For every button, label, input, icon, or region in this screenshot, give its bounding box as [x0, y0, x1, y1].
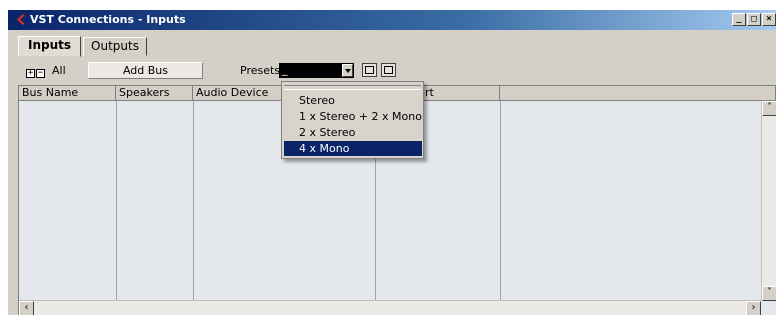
- tab-outputs[interactable]: Outputs: [83, 37, 147, 56]
- vertical-scrollbar[interactable]: ˄ ˅: [761, 101, 776, 301]
- scroll-left-icon[interactable]: ‹: [19, 301, 34, 315]
- window-title: VST Connections - Inputs: [30, 13, 186, 26]
- preset-option[interactable]: 2 x Stereo: [284, 125, 422, 140]
- toolbar: + − All Add Bus Presets _: [8, 60, 776, 82]
- menu-separator: [284, 85, 421, 90]
- maximize-button[interactable]: □: [747, 13, 761, 26]
- column-speakers[interactable]: Speakers: [116, 86, 193, 100]
- presets-dropdown-menu: Stereo 1 x Stereo + 2 x Mono 2 x Stereo …: [281, 81, 424, 159]
- expand-all-icon[interactable]: +: [26, 69, 35, 78]
- column-divider: [500, 101, 501, 301]
- close-button[interactable]: ×: [762, 13, 776, 26]
- expand-collapse-group: + −: [26, 65, 46, 78]
- remove-preset-icon[interactable]: [381, 63, 396, 77]
- cubase-logo-icon: [17, 14, 25, 25]
- column-audio-device[interactable]: Audio Device: [193, 86, 283, 100]
- column-bus-name[interactable]: Bus Name: [19, 86, 116, 100]
- scroll-right-icon[interactable]: ›: [746, 301, 761, 315]
- preset-option-selected[interactable]: 4 x Mono: [284, 141, 422, 156]
- scroll-down-icon[interactable]: ˅: [762, 286, 776, 301]
- vst-connections-window: VST Connections - Inputs _ □ × Inputs Ou…: [8, 10, 776, 315]
- collapse-all-icon[interactable]: −: [36, 69, 45, 78]
- scroll-up-icon[interactable]: ˄: [762, 101, 776, 116]
- title-bar[interactable]: VST Connections - Inputs _ □ ×: [8, 10, 776, 30]
- column-divider: [193, 101, 194, 301]
- column-divider: [116, 101, 117, 301]
- add-bus-button[interactable]: Add Bus: [88, 62, 203, 79]
- preset-option[interactable]: Stereo: [284, 93, 422, 108]
- store-preset-icon[interactable]: [362, 63, 377, 77]
- preset-option[interactable]: 1 x Stereo + 2 x Mono: [284, 109, 422, 124]
- chevron-down-icon[interactable]: [342, 64, 353, 77]
- horizontal-scrollbar[interactable]: ‹ ›: [19, 300, 761, 315]
- column-extra[interactable]: [500, 86, 776, 100]
- tab-inputs[interactable]: Inputs: [18, 36, 81, 57]
- presets-label: Presets: [240, 64, 281, 77]
- minimize-button[interactable]: _: [732, 13, 746, 26]
- expand-all-label: All: [52, 64, 66, 77]
